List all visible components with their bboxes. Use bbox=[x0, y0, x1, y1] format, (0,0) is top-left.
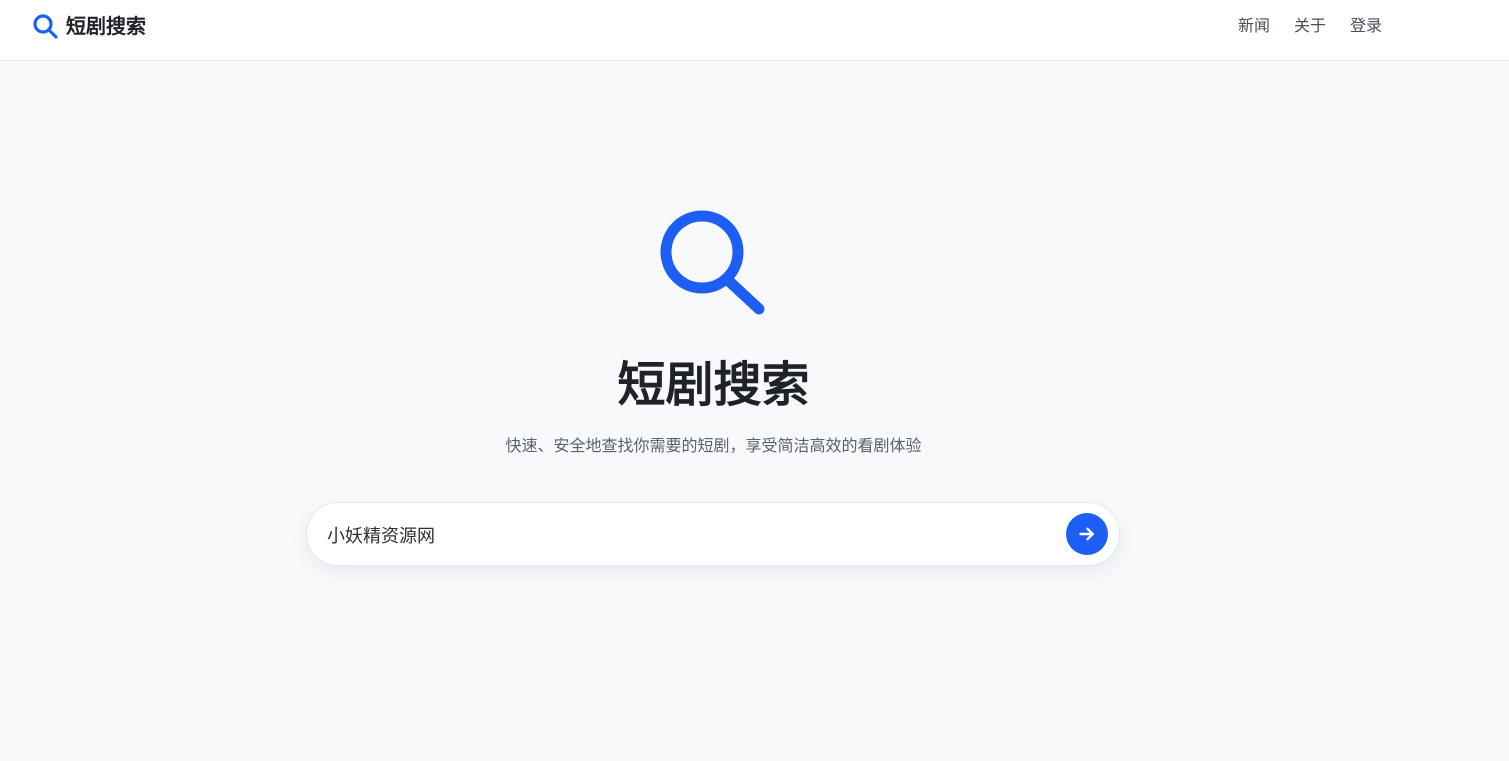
search-icon bbox=[33, 13, 58, 39]
nav-link-login[interactable]: 登录 bbox=[1350, 14, 1382, 38]
nav-link-news[interactable]: 新闻 bbox=[1238, 14, 1270, 38]
brand-title: 短剧搜索 bbox=[66, 14, 146, 38]
main-nav: 新闻 关于 登录 bbox=[1238, 14, 1382, 38]
page-subtitle: 快速、安全地查找你需要的短剧，享受简洁高效的看剧体验 bbox=[505, 436, 922, 455]
brand-logo[interactable]: 短剧搜索 bbox=[32, 12, 146, 40]
search-submit-button[interactable] bbox=[1066, 513, 1108, 555]
nav-link-about[interactable]: 关于 bbox=[1294, 14, 1326, 38]
search-bar bbox=[306, 502, 1120, 566]
search-input[interactable] bbox=[327, 515, 1047, 555]
top-navigation-bar: 短剧搜索 新闻 关于 登录 bbox=[0, 0, 1509, 61]
page-title: 短剧搜索 bbox=[617, 357, 810, 413]
search-icon bbox=[660, 210, 765, 315]
arrow-right-icon bbox=[1079, 527, 1095, 541]
